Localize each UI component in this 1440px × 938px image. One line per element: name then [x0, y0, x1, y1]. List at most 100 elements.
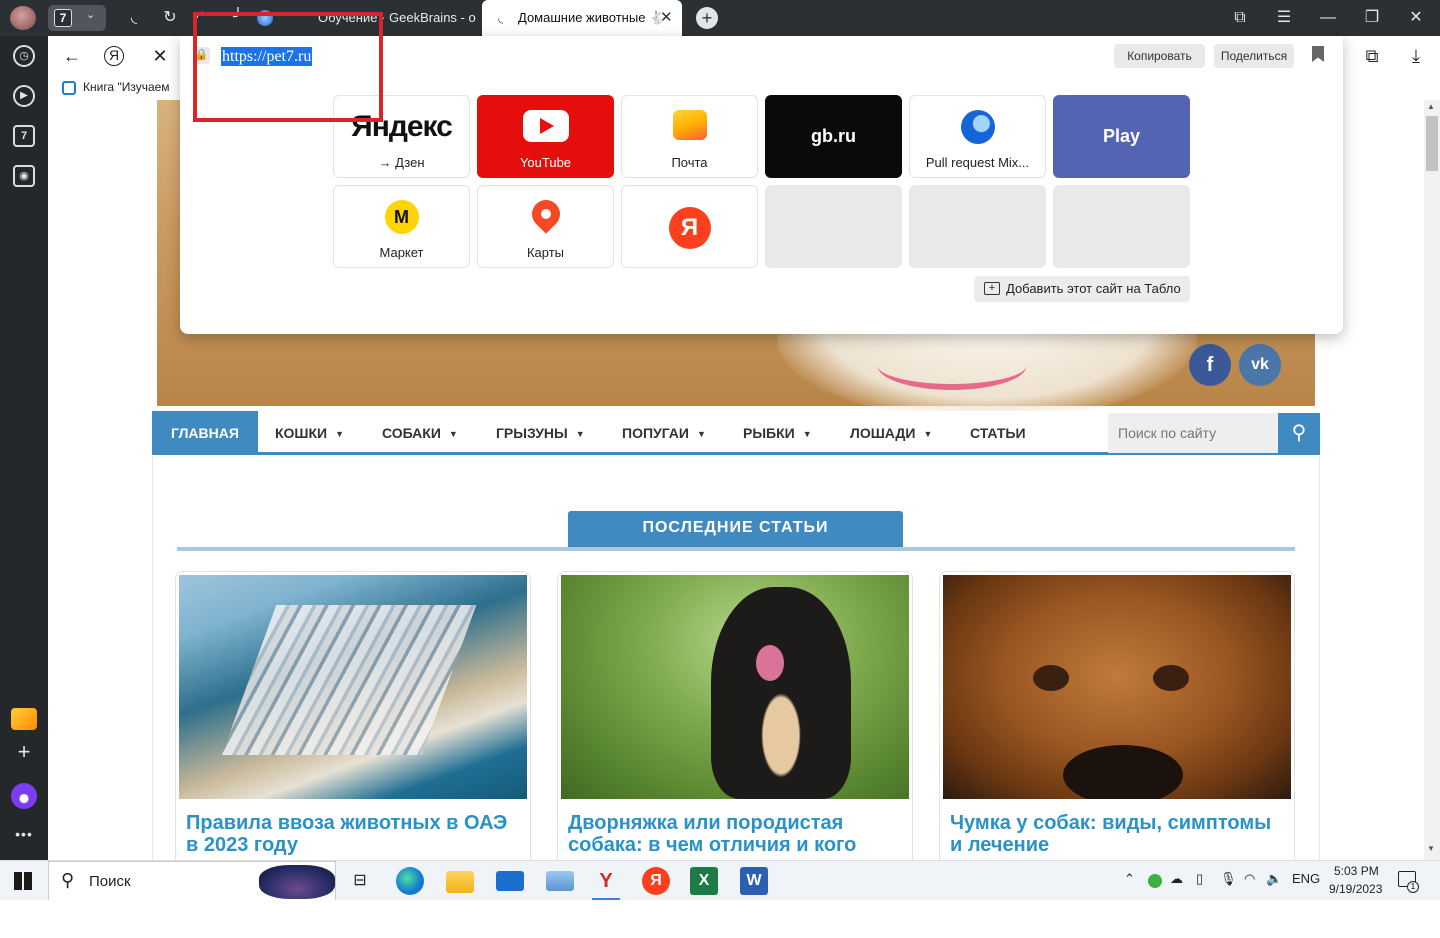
tile-mail[interactable]: Почта [621, 95, 758, 178]
close-window-icon[interactable]: ✕ [1406, 8, 1426, 28]
tile-empty[interactable] [765, 185, 902, 268]
menu-item-rodents[interactable]: ГРЫЗУНЫ ▼ [496, 411, 585, 455]
menu-item-horses[interactable]: ЛОШАДИ ▼ [850, 411, 932, 455]
section-title: ПОСЛЕДНИЕ СТАТЬИ [568, 511, 903, 547]
menu-item-home[interactable]: ГЛАВНАЯ [152, 411, 258, 455]
alice-icon[interactable] [11, 783, 37, 809]
loading-icon[interactable]: ◟ [124, 8, 144, 28]
bookmark-icon[interactable] [1312, 46, 1324, 62]
scrollbar-thumb[interactable] [1426, 116, 1438, 171]
dog-shape [711, 587, 851, 799]
scroll-down-icon[interactable]: ▼ [1427, 844, 1435, 853]
tile-yandex-ya[interactable]: Я [621, 185, 758, 268]
tile-label: Карты [526, 245, 565, 260]
caret-down-icon: ▼ [448, 429, 458, 439]
screen-app-icon[interactable] [546, 871, 574, 891]
mail-app-icon[interactable] [496, 871, 524, 891]
tab-pet7[interactable]: ◟ Домашние животные 🐇 ✕ [482, 0, 682, 36]
tabs-icon[interactable]: 7 [13, 125, 35, 147]
stop-icon[interactable]: ✕ [148, 44, 172, 68]
wifi-icon[interactable]: ◠ [1244, 871, 1255, 887]
language-indicator[interactable]: ENG [1292, 871, 1320, 886]
tile-gb[interactable]: gb.ru [765, 95, 902, 178]
search-icon[interactable]: ⚲ [1278, 413, 1320, 453]
tray-chevron-icon[interactable]: ⌃ [1124, 871, 1135, 887]
device-icon[interactable]: ▯ [1196, 871, 1203, 887]
site-search-input[interactable] [1108, 413, 1278, 453]
yandex-app-icon[interactable]: Я [642, 867, 670, 895]
clock-time[interactable]: 5:03 PM [1334, 864, 1379, 878]
minimize-icon[interactable]: — [1318, 8, 1338, 28]
article-image-beagle[interactable] [943, 575, 1291, 799]
reading-list-icon[interactable]: ⧉ [1360, 44, 1384, 68]
map-pin-icon [525, 194, 566, 234]
clock-date[interactable]: 9/19/2023 [1329, 882, 1382, 896]
windows-start-icon[interactable] [14, 872, 32, 890]
download-icon[interactable]: ⤓ [1404, 44, 1428, 68]
share-button[interactable]: Поделиться [1214, 44, 1294, 68]
facebook-button[interactable]: f [1189, 344, 1231, 386]
beagle-eye [1033, 665, 1069, 691]
tile-pull-request[interactable]: Pull request Mix... [909, 95, 1046, 178]
profile-avatar[interactable] [10, 6, 36, 30]
menu-label: ЛОШАДИ [850, 425, 916, 441]
tile-youtube[interactable]: YouTube [477, 95, 614, 178]
more-icon[interactable]: ••• [13, 823, 35, 845]
page-scrollbar[interactable]: ▲ ▼ [1424, 100, 1440, 860]
vk-button[interactable]: vk [1239, 344, 1281, 386]
menu-item-fish[interactable]: РЫБКИ ▼ [743, 411, 812, 455]
volume-icon[interactable]: 🔈 [1266, 871, 1282, 887]
tile-empty[interactable] [1053, 185, 1190, 268]
taskbar-search-box[interactable]: ⚲ Поиск [48, 861, 336, 901]
tab-counter: 7 [54, 9, 72, 27]
tile-label: Почта [671, 155, 708, 170]
article-title[interactable]: Чумка у собак: виды, симптомы и лечение [950, 812, 1286, 856]
task-view-icon[interactable]: ⊟ [346, 867, 374, 895]
article-card[interactable]: Дворняжка или породистая собака: в чем о… [557, 571, 913, 860]
windows-taskbar: ⚲ Поиск ⊟ Y Я X W ⌃ ☁ ▯ 🎙 ◠ 🔈 ENG 5:03 P… [0, 860, 1440, 901]
word-icon[interactable]: W [740, 867, 768, 895]
tab-counter-button[interactable]: 7 ⌄ [48, 5, 106, 31]
youtube-icon [522, 110, 569, 142]
add-to-tablo-button[interactable]: + Добавить этот сайт на Табло [974, 276, 1190, 302]
section-divider [177, 547, 1295, 551]
article-title[interactable]: Правила ввоза животных в ОАЭ в 2023 году [186, 812, 522, 856]
tile-maps[interactable]: Карты [477, 185, 614, 268]
play-icon[interactable]: ▶ [13, 85, 35, 107]
yandex-browser-icon[interactable]: Y [592, 867, 620, 901]
collections-icon[interactable]: ⧉ [1230, 8, 1250, 28]
onedrive-icon[interactable]: ☁ [1170, 871, 1183, 887]
scroll-up-icon[interactable]: ▲ [1427, 102, 1435, 111]
article-image-dubai[interactable] [179, 575, 527, 799]
history-icon[interactable]: ◷ [13, 45, 35, 67]
menu-item-articles[interactable]: СТАТЬИ [970, 411, 1026, 455]
article-card[interactable]: Правила ввоза животных в ОАЭ в 2023 году [175, 571, 531, 860]
tile-market[interactable]: M Маркет [333, 185, 470, 268]
edge-icon[interactable] [396, 867, 424, 895]
article-card[interactable]: Чумка у собак: виды, симптомы и лечение [939, 571, 1295, 860]
file-explorer-icon[interactable] [446, 871, 474, 893]
article-title[interactable]: Дворняжка или породистая собака: в чем о… [568, 812, 904, 856]
mail-icon[interactable] [11, 708, 37, 730]
menu-item-dogs[interactable]: СОБАКИ ▼ [382, 411, 458, 455]
refresh-icon[interactable]: ↻ [160, 8, 180, 28]
menu-item-cats[interactable]: КОШКИ ▼ [275, 411, 344, 455]
back-icon[interactable]: ← [60, 44, 84, 68]
tile-empty[interactable] [909, 185, 1046, 268]
tile-play[interactable]: Play [1053, 95, 1190, 178]
tile-label: YouTube [519, 155, 572, 170]
excel-icon[interactable]: X [690, 867, 718, 895]
microphone-icon[interactable]: 🎙 [1220, 871, 1237, 887]
article-image-dog[interactable] [561, 575, 909, 799]
restore-icon[interactable]: ❐ [1362, 8, 1382, 28]
menu-item-parrots[interactable]: ПОПУГАИ ▼ [622, 411, 706, 455]
yandex-home-icon[interactable]: Я [104, 46, 124, 66]
add-icon[interactable]: + [13, 741, 35, 763]
new-tab-button[interactable]: + [696, 7, 718, 29]
screenshot-icon[interactable]: ◉ [13, 165, 35, 187]
tile-label: → Дзен [378, 155, 425, 170]
close-icon[interactable]: ✕ [660, 0, 673, 36]
tray-app-icon[interactable] [1148, 874, 1162, 888]
menu-icon[interactable]: ☰ [1274, 8, 1294, 28]
copy-button[interactable]: Копировать [1114, 44, 1205, 68]
